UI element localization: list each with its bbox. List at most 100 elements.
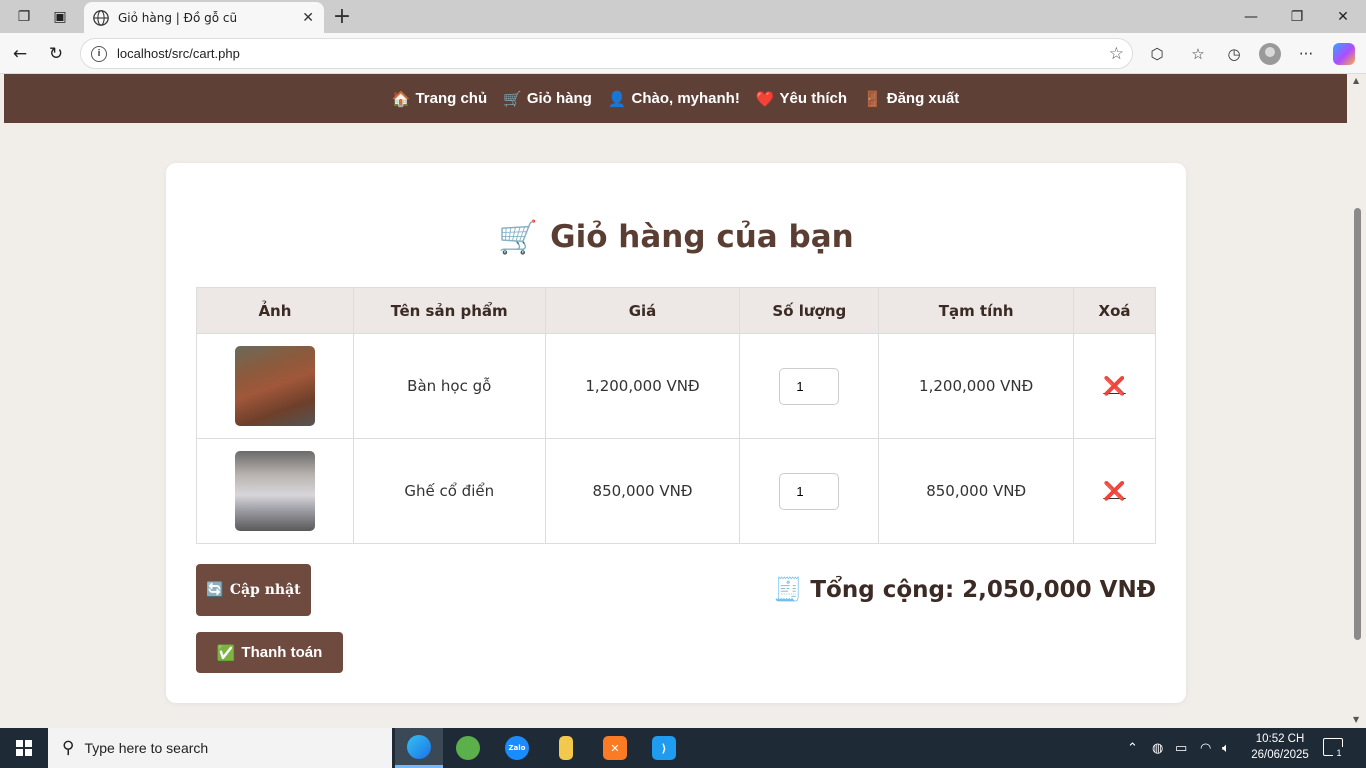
cart-title-icon: 🛒 — [498, 218, 539, 256]
col-header-subtotal: Tạm tính — [878, 287, 1075, 334]
nav-logout-label: Đăng xuất — [886, 90, 960, 107]
close-tab-icon[interactable]: ✕ — [302, 10, 314, 26]
windows-logo-icon — [16, 740, 32, 756]
nav-user-greeting[interactable]: 👤 Chào, myhanh! — [608, 90, 740, 108]
clock-date: 26/06/2025 — [1251, 749, 1309, 761]
xampp-icon: ✕ — [603, 736, 627, 760]
cart-total-text: Tổng cộng: 2,050,000 VNĐ — [810, 576, 1156, 603]
delete-item-icon[interactable]: ❌ — [1103, 376, 1125, 397]
site-info-icon[interactable]: i — [91, 45, 107, 62]
table-row: Bàn học gỗ 1,200,000 VNĐ 1,200,000 VNĐ ❌ — [196, 333, 1156, 439]
page-scrollbar[interactable]: ▲ ▼ — [1349, 74, 1366, 728]
zalo-icon: Zalo — [505, 736, 529, 760]
address-bar[interactable]: i localhost/src/cart.php ☆ — [80, 38, 1133, 69]
workspaces-icon[interactable]: ❐ — [13, 6, 35, 28]
col-header-quantity: Số lượng — [739, 287, 880, 334]
checkout-button[interactable]: ✅ Thanh toán — [196, 632, 343, 673]
product-image-cell — [196, 333, 354, 439]
start-button[interactable] — [0, 728, 48, 768]
col-header-price: Giá — [544, 287, 741, 334]
xampp-app[interactable]: ✕ — [591, 728, 639, 768]
col-header-name: Tên sản phẩm — [352, 287, 546, 334]
product-name: Bàn học gỗ — [352, 333, 546, 439]
refresh-icon: 🔄 — [206, 582, 224, 598]
restore-button[interactable]: ❐ — [1274, 0, 1320, 33]
url-text: localhost/src/cart.php — [117, 46, 240, 61]
taskbar-search[interactable]: ⚲ Type here to search — [48, 728, 392, 768]
product-subtotal: 1,200,000 VNĐ — [878, 333, 1075, 439]
nav-favorites-link[interactable]: ❤️ Yêu thích — [756, 90, 847, 108]
vscode-icon: ⟩ — [652, 736, 676, 760]
sourcetree-app[interactable] — [444, 728, 492, 768]
folder-icon — [559, 736, 573, 760]
history-icon[interactable]: ◷ — [1222, 42, 1246, 66]
page-viewport: 🏠 Trang chủ 🛒 Giỏ hàng 👤 Chào, myhanh! ❤️ Yê… — [0, 74, 1349, 728]
vscode-app[interactable]: ⟩ — [640, 728, 688, 768]
nav-home-link[interactable]: 🏠 Trang chủ — [392, 90, 487, 108]
nav-home-label: Trang chủ — [415, 90, 488, 107]
back-button[interactable]: ← — [8, 42, 32, 66]
product-image — [234, 346, 315, 426]
show-hidden-icons[interactable]: ⌃ — [1127, 728, 1138, 768]
page-title: 🛒 Giỏ hàng của bạn — [166, 218, 1186, 256]
cart-icon: 🛒 — [503, 90, 522, 108]
scrollbar-thumb[interactable] — [1354, 208, 1361, 640]
clock-time: 10:52 CH — [1255, 733, 1305, 745]
cart-total: 🧾 Tổng cộng: 2,050,000 VNĐ — [773, 576, 1156, 604]
col-header-image: Ảnh — [196, 287, 354, 334]
product-image-cell — [196, 438, 354, 544]
nav-user-label: Chào, myhanh! — [631, 90, 740, 107]
nav-logout-link[interactable]: 🚪 Đăng xuất — [863, 90, 959, 108]
edge-icon — [407, 734, 431, 759]
zalo-app[interactable]: Zalo — [493, 728, 541, 768]
scroll-up-arrow-icon[interactable]: ▲ — [1353, 76, 1359, 85]
check-icon: ✅ — [216, 644, 236, 662]
quantity-cell — [739, 333, 880, 439]
vertical-tabs-icon[interactable]: ▣ — [49, 6, 71, 28]
notification-count: 1 — [1333, 747, 1345, 759]
product-subtotal: 850,000 VNĐ — [878, 438, 1075, 544]
file-explorer-app[interactable] — [542, 728, 590, 768]
product-price: 1,200,000 VNĐ — [544, 333, 741, 439]
quantity-input[interactable] — [779, 472, 840, 510]
more-menu-icon[interactable]: ··· — [1294, 42, 1318, 66]
quantity-cell — [739, 438, 880, 544]
receipt-icon: 🧾 — [773, 577, 803, 603]
taskbar-clock[interactable]: 10:52 CH 26/06/2025 — [1240, 731, 1320, 763]
delete-item-icon[interactable]: ❌ — [1103, 481, 1125, 502]
meet-icon[interactable]: ◍ — [1152, 728, 1163, 768]
nav-cart-link[interactable]: 🛒 Giỏ hàng — [503, 90, 592, 108]
browser-tab-active[interactable]: Giỏ hàng | Đồ gỗ cũ ✕ — [84, 2, 324, 33]
product-image — [234, 451, 315, 531]
search-icon: ⚲ — [62, 738, 75, 758]
taskbar-search-placeholder: Type here to search — [84, 740, 209, 756]
heart-icon: ❤️ — [755, 90, 775, 108]
page-title-text: Giỏ hàng của bạn — [550, 219, 854, 255]
new-tab-button[interactable]: + — [331, 3, 353, 29]
edge-app[interactable] — [395, 728, 443, 768]
site-navbar: 🏠 Trang chủ 🛒 Giỏ hàng 👤 Chào, myhanh! ❤️ Yê… — [4, 74, 1347, 123]
quantity-input[interactable] — [779, 367, 840, 405]
profile-avatar[interactable] — [1259, 43, 1281, 65]
favorites-icon[interactable]: ☆ — [1186, 42, 1210, 66]
table-row: Ghế cổ điển 850,000 VNĐ 850,000 VNĐ ❌ — [196, 438, 1156, 544]
copilot-icon[interactable] — [1333, 43, 1355, 65]
col-header-delete: Xoá — [1073, 287, 1156, 334]
wifi-icon[interactable]: ◠ — [1200, 728, 1211, 768]
volume-icon[interactable]: 🔈︎ — [1222, 728, 1230, 768]
close-window-button[interactable]: ✕ — [1320, 0, 1366, 33]
cart-card: 🛒 Giỏ hàng của bạn Ảnh Tên sản phẩm Giá … — [166, 163, 1186, 703]
update-cart-label: Cập nhật — [229, 582, 301, 598]
minimize-button[interactable]: — — [1228, 0, 1274, 33]
reload-button[interactable]: ↻ — [44, 42, 68, 66]
table-header-row: Ảnh Tên sản phẩm Giá Số lượng Tạm tính X… — [196, 287, 1156, 334]
update-cart-button[interactable]: 🔄 Cập nhật — [196, 564, 311, 616]
scroll-down-arrow-icon[interactable]: ▼ — [1353, 715, 1359, 724]
extensions-icon[interactable]: ⬡ — [1145, 42, 1169, 66]
product-price: 850,000 VNĐ — [544, 438, 741, 544]
home-icon: 🏠 — [391, 90, 411, 108]
battery-icon[interactable]: ▭ — [1175, 728, 1187, 768]
tab-title: Giỏ hàng | Đồ gỗ cũ — [118, 10, 238, 25]
windows-taskbar: ⚲ Type here to search Zalo ✕ ⟩ ⌃ ◍ ▭ ◠ 🔈… — [0, 728, 1366, 768]
favorite-star-icon[interactable]: ☆ — [1109, 44, 1124, 64]
